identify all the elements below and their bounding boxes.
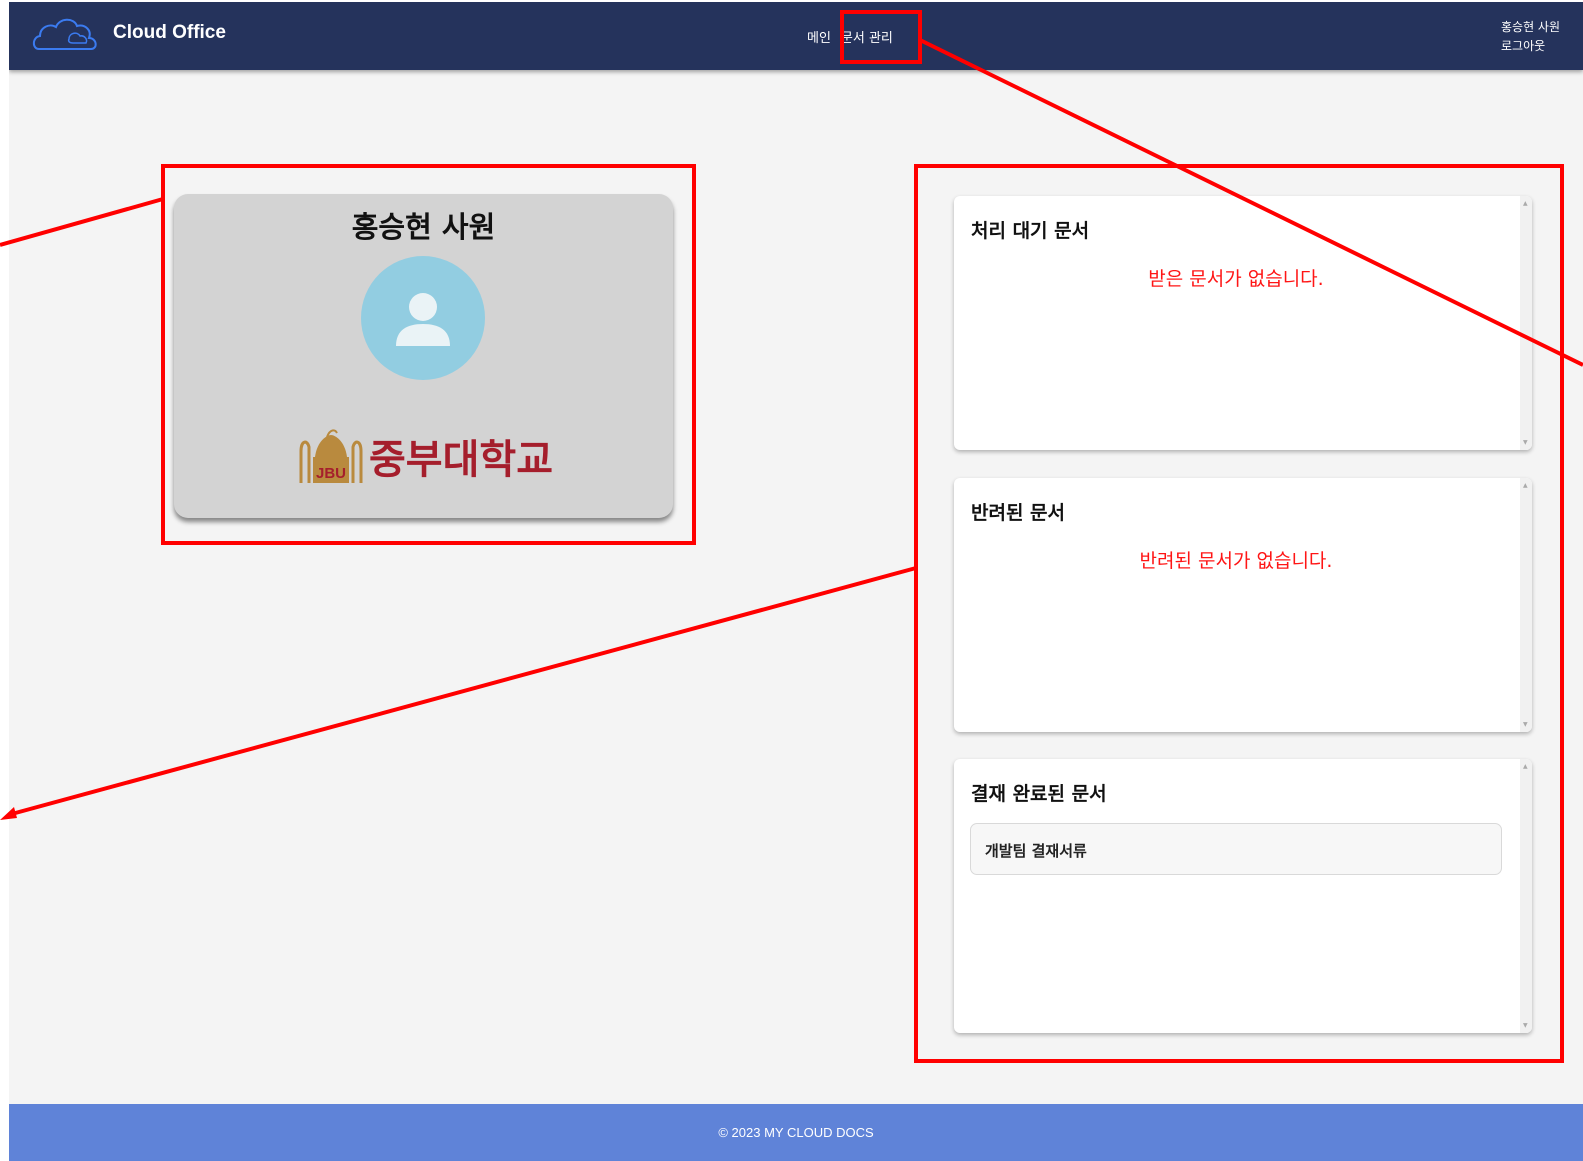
school-name: 중부대학교: [369, 437, 553, 483]
nav-link-main[interactable]: 메인: [807, 27, 831, 46]
svg-text:JBU: JBU: [316, 465, 346, 482]
profile-name: 홍승현 사원: [351, 210, 496, 244]
scroll-up-icon[interactable]: ▲: [1523, 763, 1528, 770]
rejected-documents-title: 반려된 문서: [971, 502, 1066, 524]
user-name: 홍승현 사원: [1501, 20, 1561, 34]
user-avatar-icon: [361, 256, 485, 380]
scroll-down-icon[interactable]: ▼: [1523, 721, 1528, 728]
scroll-down-icon[interactable]: ▼: [1523, 1022, 1528, 1029]
pending-documents-panel: 처리 대기 문서 받은 문서가 없습니다. ▲ ▼: [954, 196, 1532, 450]
profile-card: 홍승현 사원 JBU 중부대학교: [174, 194, 673, 518]
pending-empty-message: 받은 문서가 없습니다.: [1148, 268, 1324, 290]
logout-link[interactable]: 로그아웃: [1501, 37, 1560, 56]
approved-scrollbar[interactable]: ▲ ▼: [1520, 759, 1532, 1033]
scroll-down-icon[interactable]: ▼: [1523, 439, 1528, 446]
user-area: 홍승현 사원 로그아웃: [1501, 18, 1560, 56]
rejected-documents-panel: 반려된 문서 반려된 문서가 없습니다. ▲ ▼: [954, 478, 1532, 732]
school-logo: JBU 중부대학교: [297, 427, 553, 485]
approved-documents-panel: 결재 완료된 문서 개발팀 결재서류 ▲ ▼: [954, 759, 1532, 1033]
scroll-up-icon[interactable]: ▲: [1523, 200, 1528, 207]
rejected-empty-message: 반려된 문서가 없습니다.: [1139, 550, 1333, 572]
approved-documents-title: 결재 완료된 문서: [971, 783, 1107, 805]
scroll-up-icon[interactable]: ▲: [1523, 482, 1528, 489]
approved-document-item[interactable]: 개발팀 결재서류: [970, 823, 1502, 875]
footer: © 2023 MY CLOUD DOCS: [9, 1104, 1583, 1161]
nav-link-document-management[interactable]: 문서 관리: [841, 27, 893, 46]
jbu-emblem-icon: JBU: [299, 429, 363, 483]
pending-scrollbar[interactable]: ▲ ▼: [1520, 196, 1532, 450]
brand-title[interactable]: Cloud Office: [113, 22, 226, 44]
rejected-scrollbar[interactable]: ▲ ▼: [1520, 478, 1532, 732]
pending-documents-title: 처리 대기 문서: [971, 220, 1090, 242]
cloud-logo-icon[interactable]: [31, 15, 103, 55]
top-navbar: Cloud Office 메인 문서 관리 홍승현 사원 로그아웃: [9, 2, 1583, 70]
app-window: Cloud Office 메인 문서 관리 홍승현 사원 로그아웃 홍승현 사원: [9, 2, 1583, 1161]
main-nav: 메인 문서 관리: [807, 27, 893, 46]
